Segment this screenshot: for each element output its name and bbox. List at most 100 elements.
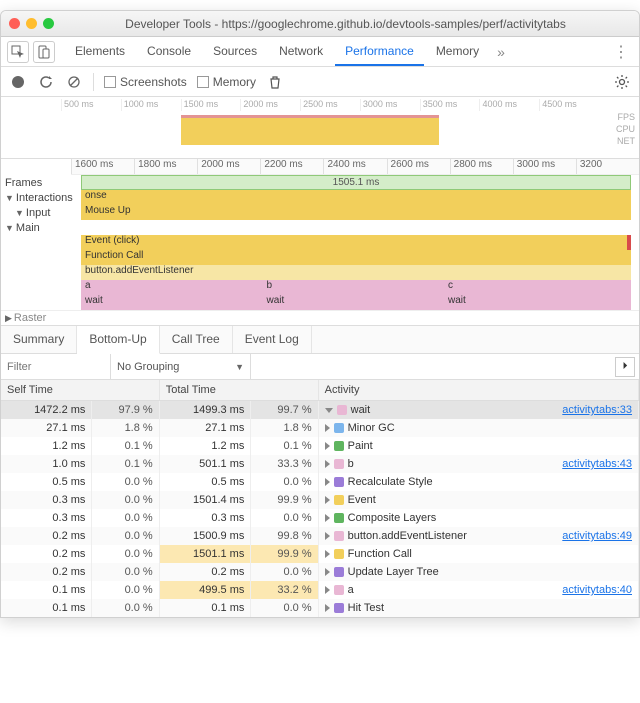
- tab-elements[interactable]: Elements: [65, 38, 135, 66]
- device-toggle-icon[interactable]: [33, 41, 55, 63]
- overview-ticks: 500 ms 1000 ms 1500 ms 2000 ms 2500 ms 3…: [61, 99, 599, 111]
- tab-event-log[interactable]: Event Log: [233, 326, 312, 353]
- total-time-pct: 99.8 %: [251, 527, 318, 545]
- tab-console[interactable]: Console: [137, 38, 201, 66]
- source-link[interactable]: activitytabs:40: [562, 584, 632, 596]
- table-row[interactable]: 0.2 ms0.0 %0.2 ms0.0 %Update Layer Tree: [1, 563, 639, 581]
- window-controls: [9, 18, 54, 29]
- perf-toolbar: Screenshots Memory: [1, 67, 639, 97]
- disclosure-icon[interactable]: [325, 550, 330, 558]
- screenshots-checkbox[interactable]: Screenshots: [104, 75, 187, 89]
- total-time-ms: 0.5 ms: [159, 473, 251, 491]
- reload-record-button[interactable]: [37, 73, 55, 91]
- table-row[interactable]: 1472.2 ms97.9 %1499.3 ms99.7 %waitactivi…: [1, 401, 639, 420]
- table-row[interactable]: 1.2 ms0.1 %1.2 ms0.1 %Paint: [1, 437, 639, 455]
- self-time-pct: 0.0 %: [92, 527, 159, 545]
- activity-color-swatch: [334, 495, 344, 505]
- record-button[interactable]: [9, 73, 27, 91]
- minimize-icon[interactable]: [26, 18, 37, 29]
- disclosure-icon[interactable]: [325, 478, 330, 486]
- screenshots-label: Screenshots: [120, 75, 187, 89]
- tab-call-tree[interactable]: Call Tree: [160, 326, 233, 353]
- flame-chart[interactable]: 1600 ms1800 ms2000 ms2200 ms2400 ms2600 …: [1, 159, 639, 326]
- frames-track[interactable]: Frames 1505.1 ms: [1, 175, 639, 190]
- source-link[interactable]: activitytabs:43: [562, 458, 632, 470]
- activity-color-swatch: [334, 459, 344, 469]
- tab-bottom-up[interactable]: Bottom-Up: [77, 326, 159, 354]
- col-self-time[interactable]: Self Time: [1, 380, 159, 401]
- total-time-ms: 0.2 ms: [159, 563, 251, 581]
- total-time-ms: 1499.3 ms: [159, 401, 251, 420]
- total-time-pct: 33.3 %: [251, 455, 318, 473]
- activity-color-swatch: [334, 603, 344, 613]
- tab-memory[interactable]: Memory: [426, 38, 489, 66]
- activity-name: Function Call: [348, 548, 412, 560]
- disclosure-icon[interactable]: [325, 514, 330, 522]
- total-time-ms: 1.2 ms: [159, 437, 251, 455]
- input-track[interactable]: ▼Input Mouse Up: [1, 205, 639, 220]
- self-time-ms: 27.1 ms: [1, 419, 92, 437]
- self-time-ms: 1472.2 ms: [1, 401, 92, 420]
- table-row[interactable]: 0.3 ms0.0 %0.3 ms0.0 %Composite Layers: [1, 509, 639, 527]
- disclosure-icon[interactable]: [325, 586, 330, 594]
- memory-checkbox[interactable]: Memory: [197, 75, 256, 89]
- table-row[interactable]: 0.3 ms0.0 %1501.4 ms99.9 %Event: [1, 491, 639, 509]
- disclosure-icon[interactable]: [325, 408, 333, 413]
- disclosure-icon[interactable]: [325, 604, 330, 612]
- table-row[interactable]: 0.5 ms0.0 %0.5 ms0.0 %Recalculate Style: [1, 473, 639, 491]
- main-track-header[interactable]: ▼Main: [1, 220, 639, 235]
- window-title: Developer Tools - https://googlechrome.g…: [60, 17, 631, 31]
- activity-name: Update Layer Tree: [348, 566, 439, 578]
- disclosure-icon[interactable]: [325, 496, 330, 504]
- tab-sources[interactable]: Sources: [203, 38, 267, 66]
- self-time-pct: 0.0 %: [92, 509, 159, 527]
- grouping-select[interactable]: No Grouping▼: [111, 354, 251, 379]
- kebab-menu-icon[interactable]: ⋮: [609, 42, 633, 62]
- self-time-pct: 0.1 %: [92, 455, 159, 473]
- zoom-icon[interactable]: [43, 18, 54, 29]
- more-tabs-icon[interactable]: »: [497, 44, 505, 60]
- col-total-time[interactable]: Total Time: [159, 380, 318, 401]
- interactions-track[interactable]: ▼Interactions onse: [1, 190, 639, 205]
- expand-heaviest-icon[interactable]: ⏵: [615, 357, 635, 377]
- table-row[interactable]: 0.2 ms0.0 %1501.1 ms99.9 %Function Call: [1, 545, 639, 563]
- table-row[interactable]: 0.1 ms0.0 %499.5 ms33.2 %aactivitytabs:4…: [1, 581, 639, 599]
- total-time-pct: 99.9 %: [251, 545, 318, 563]
- activity-cell: Composite Layers: [318, 509, 638, 527]
- bottom-up-table: Self Time Total Time Activity 1472.2 ms9…: [1, 380, 639, 617]
- disclosure-icon[interactable]: [325, 442, 330, 450]
- tab-summary[interactable]: Summary: [1, 326, 77, 353]
- settings-gear-icon[interactable]: [613, 73, 631, 91]
- table-row[interactable]: 0.2 ms0.0 %1500.9 ms99.8 %button.addEven…: [1, 527, 639, 545]
- total-time-pct: 33.2 %: [251, 581, 318, 599]
- activity-cell: a activitytabs:40: [318, 581, 638, 599]
- activity-cell: Update Layer Tree: [318, 563, 638, 581]
- total-time-pct: 0.0 %: [251, 473, 318, 491]
- clear-button[interactable]: [65, 73, 83, 91]
- table-row[interactable]: 27.1 ms1.8 %27.1 ms1.8 %Minor GC: [1, 419, 639, 437]
- disclosure-icon[interactable]: [325, 568, 330, 576]
- activity-color-swatch: [334, 567, 344, 577]
- disclosure-icon[interactable]: [325, 460, 330, 468]
- raster-track[interactable]: ▶Raster: [1, 310, 639, 325]
- tab-network[interactable]: Network: [269, 38, 333, 66]
- tab-performance[interactable]: Performance: [335, 38, 424, 66]
- close-icon[interactable]: [9, 18, 20, 29]
- col-activity[interactable]: Activity: [318, 380, 638, 401]
- activity-name: Recalculate Style: [348, 476, 433, 488]
- activity-name: a: [348, 584, 354, 596]
- source-link[interactable]: activitytabs:33: [562, 404, 632, 416]
- filter-input[interactable]: [1, 354, 111, 379]
- garbage-collect-icon[interactable]: [266, 73, 284, 91]
- source-link[interactable]: activitytabs:49: [562, 530, 632, 542]
- overview-pane[interactable]: 500 ms 1000 ms 1500 ms 2000 ms 2500 ms 3…: [1, 97, 639, 159]
- disclosure-icon[interactable]: [325, 532, 330, 540]
- table-row[interactable]: 0.1 ms0.0 %0.1 ms0.0 %Hit Test: [1, 599, 639, 617]
- total-time-ms: 27.1 ms: [159, 419, 251, 437]
- inspect-element-icon[interactable]: [7, 41, 29, 63]
- table-row[interactable]: 1.0 ms0.1 %501.1 ms33.3 %bactivitytabs:4…: [1, 455, 639, 473]
- total-time-ms: 0.1 ms: [159, 599, 251, 617]
- total-time-ms: 501.1 ms: [159, 455, 251, 473]
- disclosure-icon[interactable]: [325, 424, 330, 432]
- self-time-ms: 0.1 ms: [1, 599, 92, 617]
